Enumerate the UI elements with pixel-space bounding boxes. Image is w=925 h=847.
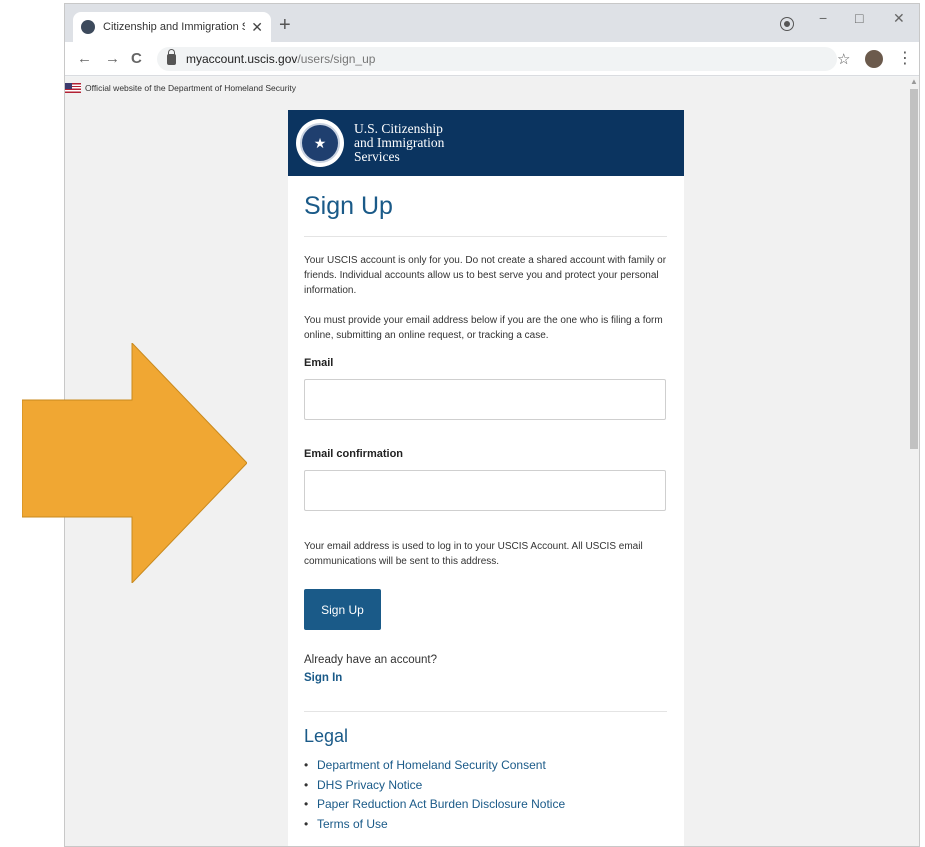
scroll-thumb[interactable] xyxy=(910,89,918,449)
url-host: myaccount.uscis.gov xyxy=(186,52,298,66)
browser-toolbar: ← → C myaccount.uscis.gov/users/sign_up … xyxy=(65,42,919,76)
signup-card: ★ U.S. Citizenship and Immigration Servi… xyxy=(288,110,684,846)
minimize-button[interactable]: − xyxy=(819,10,827,26)
bookmark-star-icon[interactable]: ☆ xyxy=(837,50,850,68)
agency-line-1: U.S. Citizenship xyxy=(354,121,443,136)
browser-tab[interactable]: Citizenship and Immigration Serv ✕ xyxy=(73,12,271,42)
dhs-seal-icon: ★ xyxy=(296,119,344,167)
reload-button[interactable]: C xyxy=(131,50,142,67)
page-title: Sign Up xyxy=(304,192,393,220)
email-confirmation-field[interactable] xyxy=(304,470,666,511)
uscis-header: ★ U.S. Citizenship and Immigration Servi… xyxy=(288,110,684,176)
legal-link-dhs-consent[interactable]: Department of Homeland Security Consent xyxy=(304,756,667,776)
media-indicator-icon[interactable] xyxy=(781,18,793,30)
gov-banner: Official website of the Department of Ho… xyxy=(65,81,296,95)
uscis-favicon-icon xyxy=(81,20,95,34)
legal-link-privacy-notice[interactable]: DHS Privacy Notice xyxy=(304,776,667,796)
lock-icon xyxy=(167,48,176,65)
email-usage-note: Your email address is used to log in to … xyxy=(304,541,643,567)
legal-link-terms-of-use[interactable]: Terms of Use xyxy=(304,815,667,835)
close-window-button[interactable]: ✕ xyxy=(893,10,905,27)
new-tab-button[interactable]: + xyxy=(279,14,291,37)
sign-in-link[interactable]: Sign In xyxy=(304,672,667,684)
divider xyxy=(304,711,667,712)
already-have-account-text: Already have an account? xyxy=(304,654,437,666)
email-label: Email xyxy=(304,357,334,369)
maximize-button[interactable]: □ xyxy=(855,10,863,26)
forward-button[interactable]: → xyxy=(105,50,120,67)
scroll-up-arrow-icon[interactable]: ▲ xyxy=(910,77,918,86)
email-field[interactable] xyxy=(304,379,666,420)
intro-text-2: You must provide your email address belo… xyxy=(304,315,663,341)
legal-link-paperwork-notice[interactable]: Paper Reduction Act Burden Disclosure No… xyxy=(304,795,667,815)
gov-banner-text: Official website of the Department of Ho… xyxy=(85,83,297,93)
url-path: /users/sign_up xyxy=(297,52,376,66)
legal-links: Department of Homeland Security Consent … xyxy=(304,756,667,835)
legal-heading: Legal xyxy=(304,726,349,746)
sign-up-button[interactable]: Sign Up xyxy=(304,589,381,630)
agency-line-2: and Immigration xyxy=(354,135,445,150)
agency-name: U.S. Citizenship and Immigration Service… xyxy=(354,122,444,164)
vertical-scrollbar[interactable]: ▲ xyxy=(907,77,919,846)
email-confirmation-label: Email confirmation xyxy=(304,448,404,460)
divider xyxy=(304,236,667,237)
back-button[interactable]: ← xyxy=(77,50,92,67)
tab-bar: Citizenship and Immigration Serv ✕ + − □… xyxy=(65,4,919,42)
form-body: Sign Up Your USCIS account is only for y… xyxy=(288,176,684,835)
browser-menu-icon[interactable]: ⋮ xyxy=(897,48,913,68)
tab-close-icon[interactable]: ✕ xyxy=(251,19,263,36)
us-flag-icon xyxy=(65,83,81,93)
right-arrow-annotation-icon xyxy=(22,343,247,583)
tab-title: Citizenship and Immigration Serv xyxy=(103,21,245,33)
intro-text-1: Your USCIS account is only for you. Do n… xyxy=(304,255,667,296)
address-bar[interactable]: myaccount.uscis.gov/users/sign_up xyxy=(157,47,837,71)
agency-line-3: Services xyxy=(354,149,400,164)
profile-avatar[interactable] xyxy=(865,50,883,68)
